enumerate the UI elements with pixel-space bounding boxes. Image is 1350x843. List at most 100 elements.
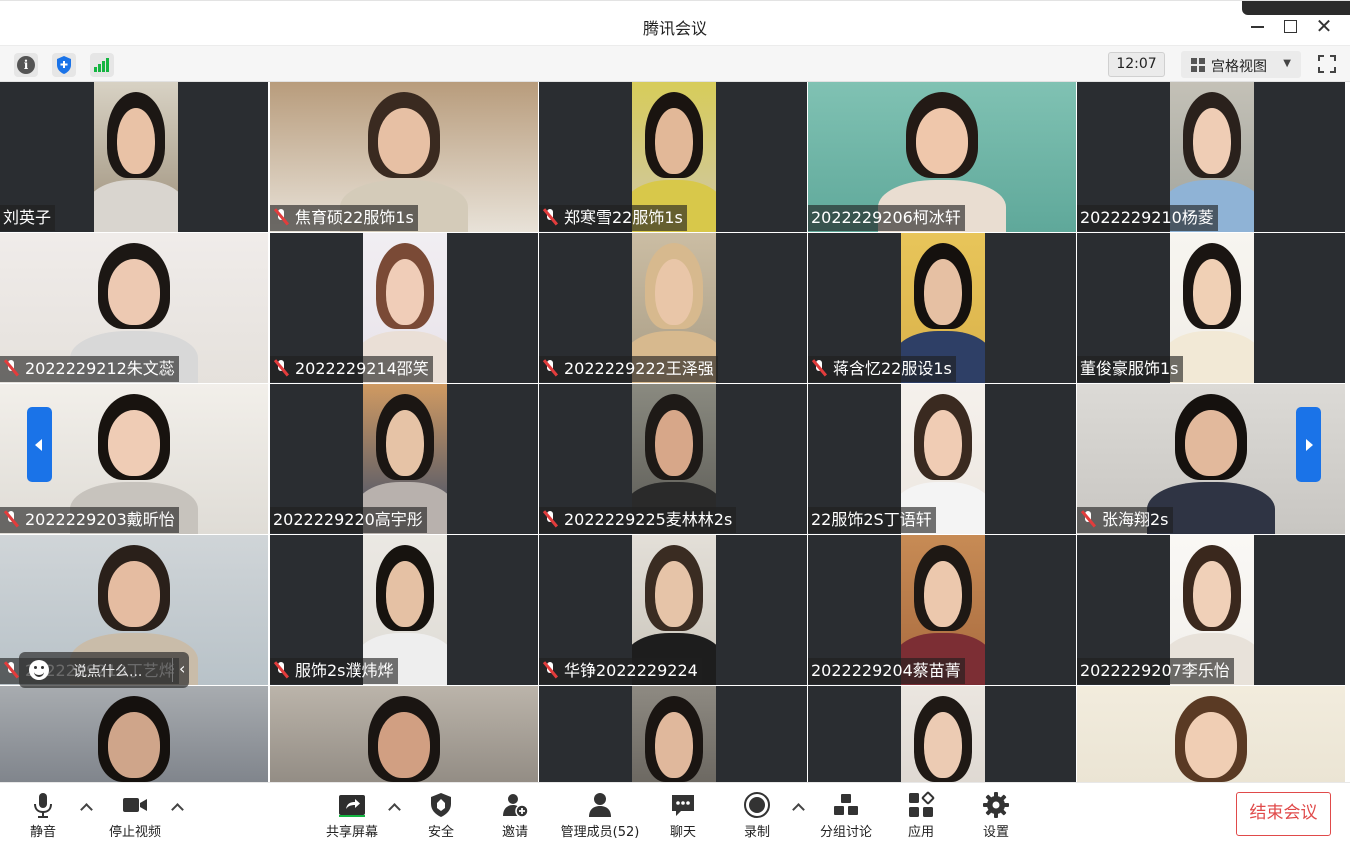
audio-options-caret[interactable] [79, 801, 93, 815]
person-face [1185, 410, 1237, 476]
apps-button[interactable]: 应用 [898, 783, 944, 843]
previous-page-button[interactable] [27, 407, 52, 482]
meeting-toolbar: 静音 停止视频 共享屏幕 安全 邀请 管理成员(52) 聊天 录制 分组讨论 应… [0, 782, 1350, 843]
video-tile[interactable]: 2022229207李乐怡 [1077, 535, 1345, 685]
end-meeting-button[interactable]: 结束会议 [1236, 792, 1331, 836]
settings-button[interactable]: 设置 [973, 783, 1019, 843]
participant-name: 蒋含忆22服设1s [833, 359, 952, 378]
gear-icon [983, 792, 1009, 818]
video-tile[interactable]: 刘英子 [0, 82, 268, 232]
participant-name: 2022229212朱文蕊 [25, 359, 175, 378]
participant-name-tag: 2022229206柯冰轩 [808, 205, 965, 231]
shield-icon [57, 56, 71, 74]
maximize-button[interactable] [1280, 16, 1300, 36]
participant-name: 华铮2022229224 [564, 661, 698, 680]
chat-button[interactable]: 聊天 [660, 783, 706, 843]
video-tile[interactable]: 焦育硕22服饰1s [270, 82, 538, 232]
participant-name: 焦育硕22服饰1s [295, 208, 414, 227]
invite-button[interactable]: 邀请 [492, 783, 538, 843]
stop-video-label: 停止视频 [108, 825, 161, 840]
next-page-button[interactable] [1296, 407, 1321, 482]
mic-muted-icon [542, 661, 558, 679]
divider [172, 658, 173, 682]
video-tile[interactable]: 服饰2s濮炜烨 [270, 535, 538, 685]
signal-icon [94, 58, 110, 72]
minimize-button[interactable] [1248, 16, 1268, 36]
record-options-caret[interactable] [791, 801, 805, 815]
chat-quick-input[interactable]: 说点什么... ‹ [19, 652, 189, 688]
add-person-icon [503, 794, 529, 818]
participant-name-tag: 郑寒雪22服饰1s [539, 205, 687, 231]
fullscreen-button[interactable] [1316, 53, 1338, 75]
video-tile[interactable]: 蒋含忆22服设1s [808, 233, 1076, 383]
video-tile[interactable]: 2022229214邵笑 [270, 233, 538, 383]
participant-name: 2022229222王泽强 [564, 359, 714, 378]
view-mode-select[interactable]: 宫格视图 ▼ [1181, 51, 1301, 78]
participant-name-tag: 华铮2022229224 [539, 658, 702, 684]
emoji-icon[interactable] [29, 660, 49, 680]
person-face [1192, 259, 1232, 325]
video-options-caret[interactable] [170, 801, 184, 815]
mic-muted-icon [542, 208, 558, 226]
security-shield-button[interactable] [52, 53, 76, 77]
meeting-clock: 12:07 [1108, 52, 1165, 77]
microphone-icon [34, 793, 52, 818]
network-signal-button[interactable] [90, 53, 114, 77]
close-button[interactable]: ✕ [1314, 16, 1334, 36]
person-face [654, 561, 694, 627]
mic-muted-icon [811, 359, 827, 377]
video-tile[interactable] [539, 686, 807, 782]
video-tile[interactable]: 2022229212朱文蕊 [0, 233, 268, 383]
breakout-rooms-button[interactable]: 分组讨论 [814, 783, 878, 843]
members-icon [589, 793, 611, 817]
person-face [654, 259, 694, 325]
participant-name-tag: 2022229210杨菱 [1077, 205, 1218, 231]
mic-muted-icon [273, 208, 289, 226]
participant-name-tag: 2022229222王泽强 [539, 356, 718, 382]
video-tile[interactable] [1077, 686, 1345, 782]
video-feed [0, 686, 268, 782]
record-button[interactable]: 录制 [734, 783, 780, 843]
record-label: 录制 [743, 825, 770, 840]
person-face [1192, 561, 1232, 627]
mute-button[interactable]: 静音 [15, 783, 71, 843]
participant-name-tag: 刘英子 [0, 205, 56, 231]
participant-name-tag: 2022229207李乐怡 [1077, 658, 1234, 684]
person-face [1192, 108, 1232, 174]
video-tile[interactable] [270, 686, 538, 782]
mic-muted-icon [273, 661, 289, 679]
video-tile[interactable]: 华铮2022229224 [539, 535, 807, 685]
video-tile[interactable]: 董俊豪服饰1s [1077, 233, 1345, 383]
video-tile[interactable] [808, 686, 1076, 782]
mic-muted-icon [1080, 510, 1096, 528]
video-tile[interactable]: 2022229210杨菱 [1077, 82, 1345, 232]
participant-name-tag: 2022229212朱文蕊 [0, 356, 179, 382]
mic-muted-icon [3, 510, 19, 528]
person-face [385, 259, 425, 325]
share-screen-button[interactable]: 共享屏幕 [322, 783, 382, 843]
video-tile[interactable]: 2022229206柯冰轩 [808, 82, 1076, 232]
video-tile[interactable] [0, 686, 268, 782]
security-button[interactable]: 安全 [418, 783, 464, 843]
apps-label: 应用 [907, 825, 934, 840]
view-mode-label: 宫格视图 [1211, 59, 1267, 75]
video-tile[interactable]: 2022229220高宇彤 [270, 384, 538, 534]
video-tile[interactable]: 郑寒雪22服饰1s [539, 82, 807, 232]
person-face [654, 410, 694, 476]
video-tile[interactable]: 2022229204蔡苗菁 [808, 535, 1076, 685]
video-grid: 刘英子 焦育硕22服饰1s 郑寒雪22服饰1s 2022229206柯冰轩 202222… [0, 82, 1350, 782]
person-face [378, 712, 430, 778]
video-tile[interactable]: 2022229225麦林林2s [539, 384, 807, 534]
manage-members-button[interactable]: 管理成员(52) [556, 783, 644, 843]
person-face [108, 410, 160, 476]
collapse-chevron-icon[interactable]: ‹ [179, 659, 185, 678]
share-options-caret[interactable] [387, 801, 401, 815]
video-feed [94, 82, 178, 232]
stop-video-button[interactable]: 停止视频 [100, 783, 170, 843]
person-body [94, 180, 178, 232]
video-tile[interactable]: 22服饰2S丁语轩 [808, 384, 1076, 534]
meeting-info-button[interactable]: i [14, 53, 38, 77]
participant-name: 2022229207李乐怡 [1080, 661, 1230, 680]
video-tile[interactable]: 2022229222王泽强 [539, 233, 807, 383]
mic-muted-icon [3, 661, 19, 679]
